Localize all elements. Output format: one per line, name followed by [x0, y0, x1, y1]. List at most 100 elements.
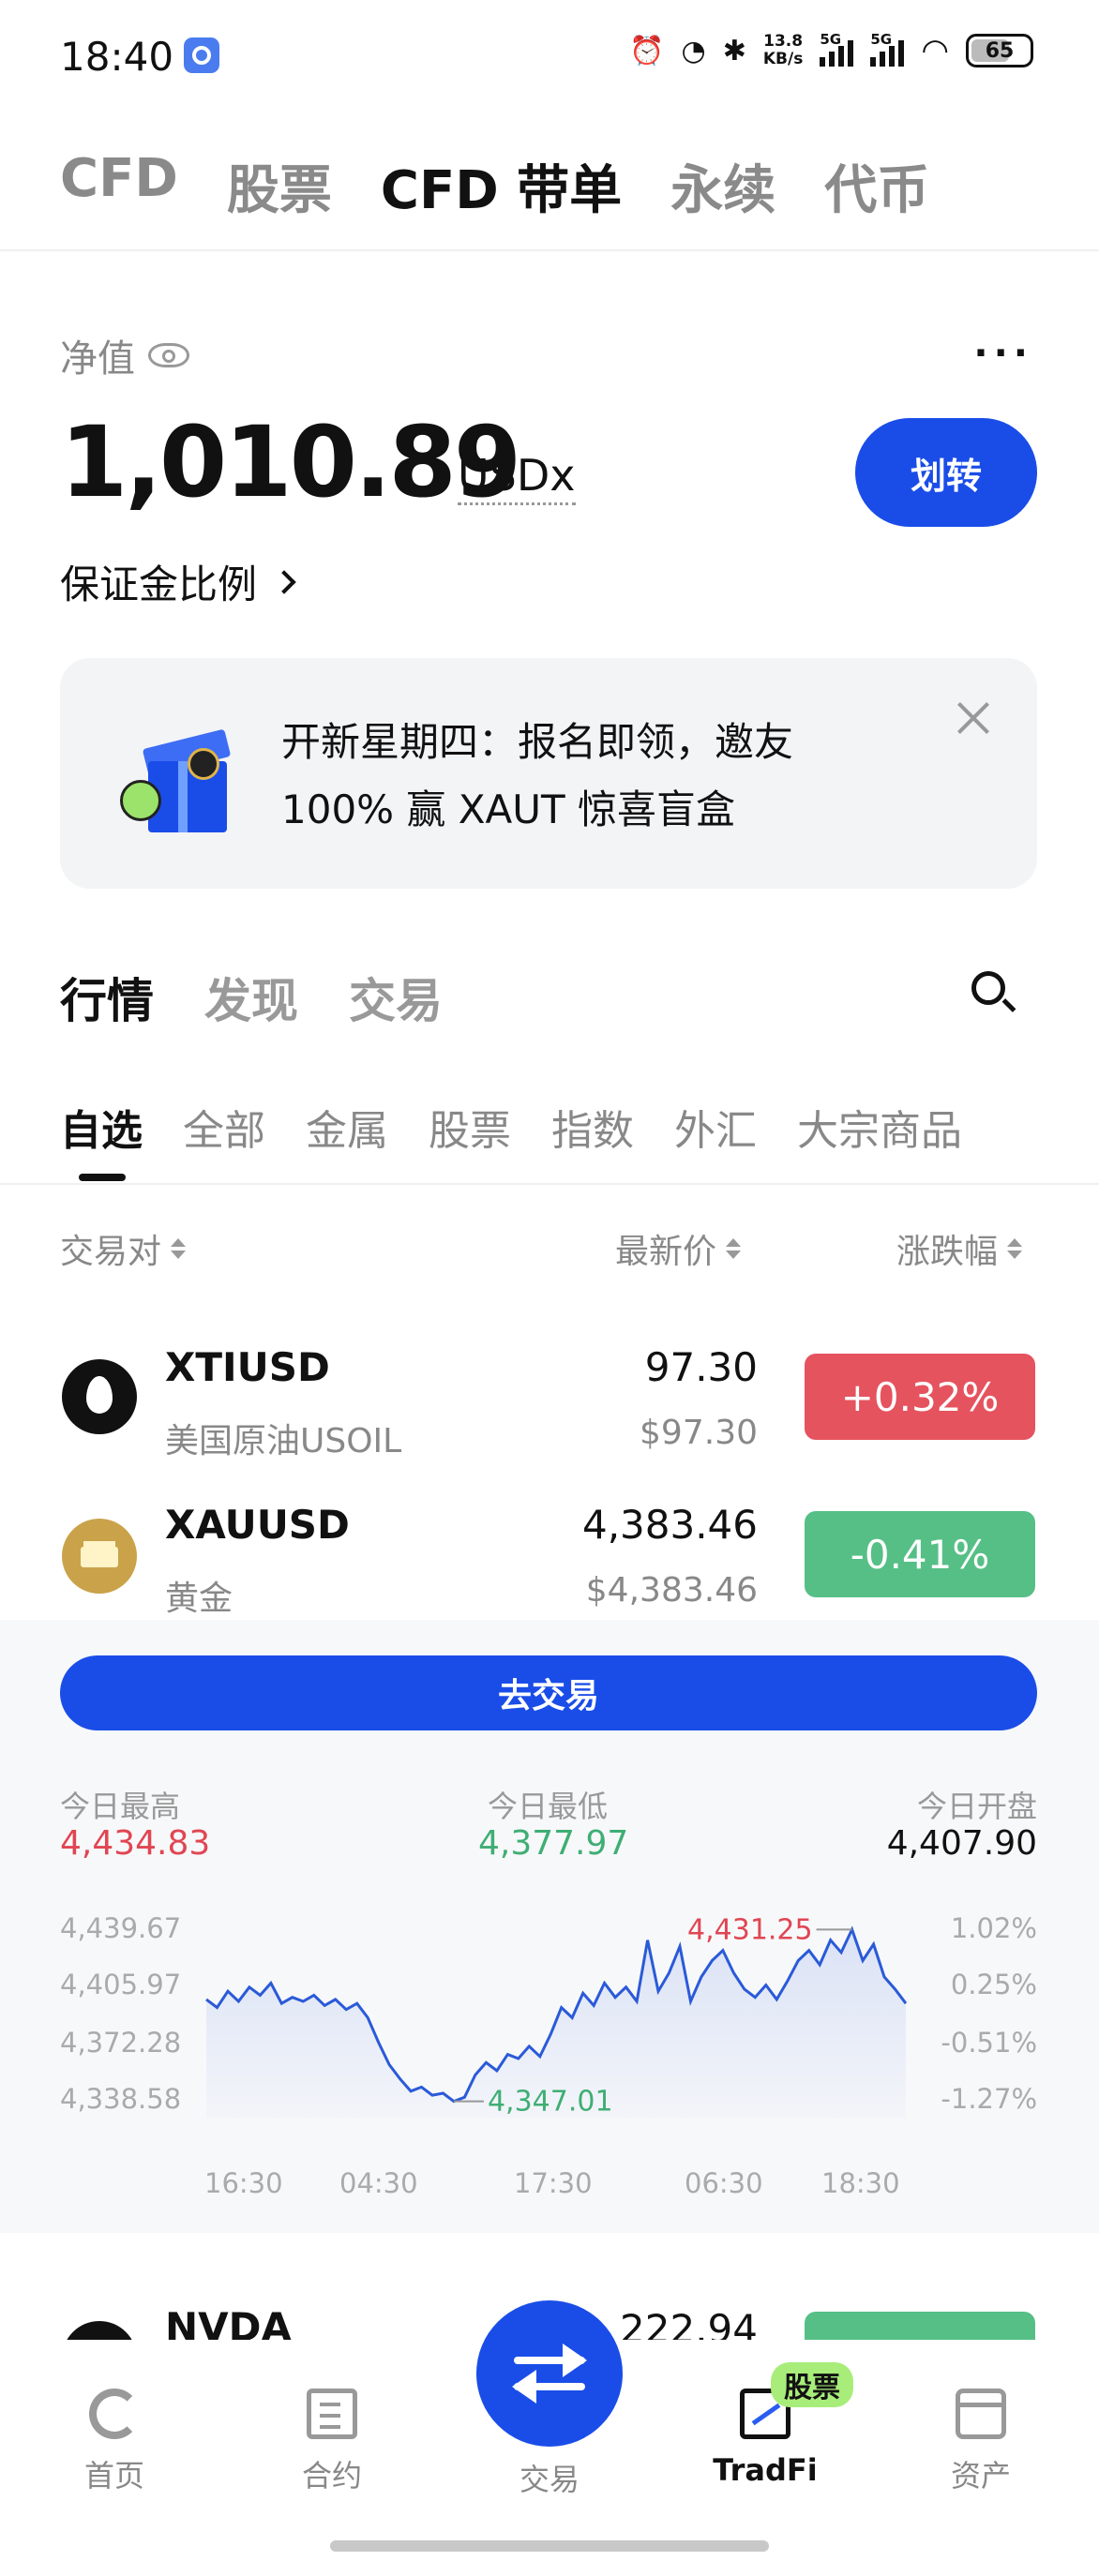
status-icons: ⏰ ◔ ✱ 13.8 KB/s 5G 5G ◠ 65 — [629, 31, 1033, 69]
nav-trade[interactable]: 交易 — [484, 2456, 615, 2499]
category-tabs: 自选 全部 金属 股票 指数 外汇 大宗商品 — [60, 1097, 962, 1157]
x-tick: 06:30 — [685, 2167, 763, 2199]
margin-ratio-label: 保证金比例 — [60, 562, 258, 607]
tab-stocks[interactable]: 股票 — [227, 148, 332, 224]
header-last-price-label: 最新价 — [615, 1233, 717, 1271]
nav-contracts[interactable]: 合约 — [266, 2389, 398, 2495]
header-divider — [0, 249, 1099, 251]
home-indicator — [330, 2540, 769, 2552]
min-annotation: 4,347.01 — [488, 2086, 613, 2119]
go-trade-button[interactable]: 去交易 — [60, 1655, 1037, 1730]
tab-commodities[interactable]: 大宗商品 — [797, 1097, 962, 1157]
gauge-icon: ◔ — [681, 34, 706, 67]
price-chart[interactable]: 4,431.25 4,347.01 — [0, 1894, 1099, 2156]
row-price: 97.30 — [644, 1344, 758, 1390]
tab-metals[interactable]: 金属 — [306, 1097, 388, 1157]
nav-tradfi-label: TradFi — [713, 2452, 818, 2488]
x-tick: 16:30 — [204, 2167, 283, 2199]
nav-home-label: 首页 — [83, 2458, 144, 2494]
gift-box-icon — [120, 714, 232, 836]
banner-line-2: 100% 赢 XAUT 惊喜盲盒 — [281, 786, 736, 832]
equity-label-row: 净值 — [60, 328, 189, 382]
more-icon[interactable]: ··· — [973, 335, 1033, 372]
sort-icon — [726, 1238, 742, 1259]
wallet-icon — [956, 2389, 1006, 2439]
search-icon[interactable] — [970, 969, 1016, 1016]
header-change-label: 涨跌幅 — [896, 1233, 999, 1271]
tab-forex[interactable]: 外汇 — [674, 1097, 757, 1157]
bluetooth-icon: ✱ — [722, 34, 746, 67]
row-sub-price: $97.30 — [640, 1414, 758, 1452]
status-time: 18:40 — [60, 34, 174, 80]
change-badge[interactable]: -0.41% — [805, 1511, 1035, 1597]
tab-indices[interactable]: 指数 — [551, 1097, 634, 1157]
low-label: 今日最低 — [488, 1789, 609, 1824]
banner-text: 开新星期四：报名即领，邀友 100% 赢 XAUT 惊喜盲盒 — [281, 709, 900, 844]
top-tabs: CFD 股票 CFD 带单 永续 代币 — [60, 148, 929, 224]
row-price: 4,383.46 — [581, 1502, 758, 1548]
tabs-divider — [0, 1183, 1099, 1185]
tab-trade[interactable]: 交易 — [349, 964, 443, 1031]
alarm-icon: ⏰ — [629, 34, 665, 67]
home-icon — [89, 2389, 140, 2439]
x-tick: 18:30 — [821, 2167, 900, 2199]
signal-icon-2: 5G — [870, 31, 905, 67]
max-annotation: 4,431.25 — [687, 1913, 813, 1946]
header-change[interactable]: 涨跌幅 — [896, 1224, 1023, 1273]
contract-icon — [307, 2389, 357, 2439]
tab-market[interactable]: 行情 — [60, 964, 154, 1031]
nav-trade-label: 交易 — [519, 2462, 580, 2497]
row-name: 美国原油USOIL — [165, 1422, 402, 1460]
equity-label: 净值 — [60, 337, 135, 381]
tab-cfd[interactable]: CFD — [60, 148, 178, 224]
equity-value: 1,010.89 — [60, 405, 521, 519]
nav-home[interactable]: 首页 — [49, 2389, 180, 2495]
high-label: 今日最高 — [60, 1789, 181, 1824]
banner-line-1: 开新星期四：报名即领，邀友 — [281, 719, 794, 765]
signal-icon: 5G — [820, 31, 854, 67]
tab-watchlist[interactable]: 自选 — [60, 1097, 143, 1157]
signal-label: 5G — [820, 31, 842, 48]
network-speed: 13.8 KB/s — [763, 33, 803, 68]
oil-drop-icon — [62, 1359, 137, 1434]
low-value: 4,377.97 — [478, 1824, 629, 1863]
change-badge[interactable]: +0.32% — [805, 1354, 1035, 1440]
section-tabs: 行情 发现 交易 — [60, 964, 443, 1031]
battery-icon: 65 — [966, 34, 1033, 67]
nav-assets-label: 资产 — [950, 2458, 1011, 2494]
equity-unit[interactable]: USDx — [458, 450, 576, 505]
tab-all[interactable]: 全部 — [183, 1097, 265, 1157]
row-sub-price: $4,383.46 — [585, 1571, 758, 1610]
open-label: 今日开盘 — [916, 1789, 1037, 1824]
row-symbol[interactable]: XAUUSD — [165, 1502, 350, 1548]
tab-stocks-cat[interactable]: 股票 — [429, 1097, 511, 1157]
close-icon[interactable] — [953, 697, 994, 739]
margin-ratio-link[interactable]: 保证金比例 — [60, 553, 296, 610]
tab-tokens[interactable]: 代币 — [824, 148, 929, 224]
transfer-button[interactable]: 划转 — [855, 418, 1037, 527]
net-speed-value: 13.8 — [763, 32, 804, 51]
active-tab-indicator — [79, 1174, 126, 1181]
sort-icon — [171, 1238, 187, 1259]
sort-icon — [1007, 1238, 1023, 1259]
tab-perpetual[interactable]: 永续 — [670, 148, 775, 224]
swap-button[interactable] — [476, 2300, 623, 2447]
header-pair[interactable]: 交易对 — [60, 1224, 187, 1273]
nav-contracts-label: 合约 — [301, 2458, 362, 2494]
row-symbol[interactable]: XTIUSD — [165, 1344, 330, 1390]
row-name: 黄金 — [165, 1580, 233, 1618]
high-value: 4,434.83 — [60, 1824, 211, 1863]
chevron-right-icon — [272, 569, 296, 594]
open-value: 4,407.90 — [886, 1824, 1037, 1863]
stock-badge: 股票 — [771, 2362, 853, 2407]
tab-cfd-copy[interactable]: CFD 带单 — [381, 148, 622, 224]
tab-discover[interactable]: 发现 — [204, 964, 298, 1031]
nav-assets[interactable]: 资产 — [915, 2389, 1046, 2495]
battery-level: 65 — [985, 38, 1015, 63]
header-last-price[interactable]: 最新价 — [615, 1224, 742, 1273]
eye-icon[interactable] — [148, 343, 189, 367]
wifi-icon: ◠ — [921, 32, 949, 69]
header-pair-label: 交易对 — [60, 1233, 162, 1271]
x-tick: 04:30 — [339, 2167, 418, 2199]
gold-bar-icon — [62, 1519, 137, 1594]
